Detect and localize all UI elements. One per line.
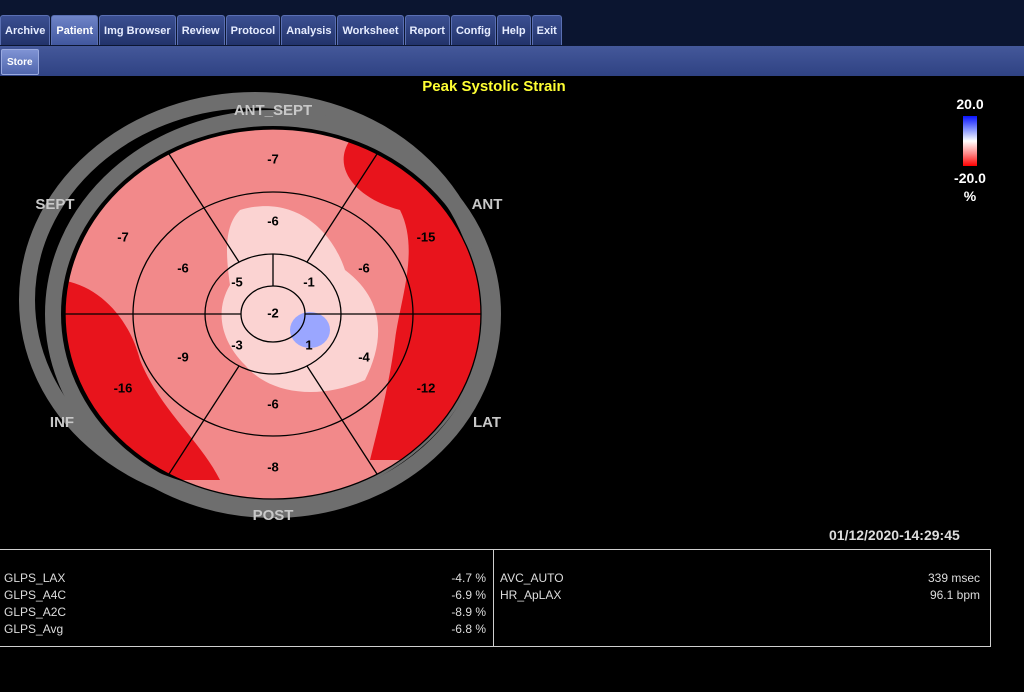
result-name: HR_ApLAX (500, 588, 562, 602)
store-button[interactable]: Store (1, 49, 39, 75)
segment-mid-septal: -6 (177, 260, 189, 275)
segment-mid-anterior: -6 (358, 260, 370, 275)
result-row: GLPS_A4C -6.9 % (4, 587, 486, 604)
segment-mid-anteroseptal: -6 (267, 213, 279, 228)
tab-img-browser[interactable]: Img Browser (99, 15, 176, 45)
segment-apical-anterior: -1 (303, 274, 315, 289)
segment-mid-inferior: -9 (177, 349, 189, 364)
tab-patient[interactable]: Patient (51, 15, 99, 45)
wall-label-post: POST (253, 507, 294, 524)
result-row: GLPS_LAX -4.7 % (4, 570, 486, 587)
result-value: 339 msec (927, 571, 980, 585)
result-row: GLPS_A2C -8.9 % (4, 604, 486, 621)
segment-basal-septal: -7 (117, 229, 129, 244)
result-row: HR_ApLAX 96.1 bpm (500, 587, 980, 604)
tab-exit[interactable]: Exit (531, 15, 562, 45)
legend-color-bar (963, 116, 977, 166)
segment-basal-anteroseptal: -7 (267, 151, 279, 166)
legend-unit: % (963, 188, 977, 204)
segment-mid-posterior: -6 (267, 396, 279, 411)
result-name: GLPS_Avg (4, 622, 64, 636)
tab-worksheet[interactable]: Worksheet (337, 15, 404, 45)
result-value: -6.9 % (451, 588, 486, 602)
bullseye-plot: ANT_SEPT SEPT ANT INF LAT POST -7 -15 -1… (19, 92, 503, 524)
segment-basal-lateral: -12 (417, 380, 436, 395)
main-tabs: Archive Patient Img Browser Review Proto… (0, 15, 562, 46)
wall-label-ant: ANT (472, 196, 503, 213)
result-value: 96.1 bpm (929, 588, 980, 602)
result-name: GLPS_LAX (4, 571, 66, 585)
tab-review[interactable]: Review (176, 15, 225, 45)
tab-archive[interactable]: Archive (0, 15, 51, 45)
result-value: -4.7 % (451, 571, 486, 585)
tab-analysis[interactable]: Analysis (281, 15, 337, 45)
result-row: GLPS_Avg -6.8 % (4, 621, 486, 638)
segment-apical-septal: -5 (231, 274, 243, 289)
result-value: -6.8 % (451, 622, 486, 636)
legend-min-value: -20.0 (954, 170, 986, 186)
tab-config[interactable]: Config (450, 15, 496, 45)
sub-toolbar (0, 46, 1024, 76)
results-panel: GLPS_LAX -4.7 % GLPS_A4C -6.9 % GLPS_A2C… (0, 549, 991, 647)
wall-label-ant-sept: ANT_SEPT (234, 102, 312, 119)
result-value: -8.9 % (451, 605, 486, 619)
tab-report[interactable]: Report (404, 15, 450, 45)
wall-label-inf: INF (50, 414, 74, 431)
result-name: AVC_AUTO (500, 571, 564, 585)
segment-basal-inferior: -16 (114, 380, 133, 395)
wall-label-lat: LAT (473, 414, 501, 431)
segment-basal-anterior: -15 (417, 229, 436, 244)
legend-max-value: 20.0 (956, 96, 984, 112)
tab-help[interactable]: Help (496, 15, 531, 45)
segment-apical-lateral: 1 (305, 337, 312, 352)
result-name: GLPS_A2C (4, 605, 67, 619)
tab-protocol[interactable]: Protocol (225, 15, 281, 45)
segment-mid-lateral: -4 (358, 349, 370, 364)
result-name: GLPS_A4C (4, 588, 67, 602)
segment-basal-posterior: -8 (267, 459, 279, 474)
results-divider (493, 550, 494, 646)
result-row: AVC_AUTO 339 msec (500, 570, 980, 587)
segment-apex: -2 (267, 305, 279, 320)
color-scale-legend: 20.0 -20.0 % (940, 96, 1000, 204)
wall-label-sept: SEPT (35, 196, 74, 213)
segment-apical-inferior: -3 (231, 337, 243, 352)
timestamp: 01/12/2020-14:29:45 (829, 527, 960, 543)
